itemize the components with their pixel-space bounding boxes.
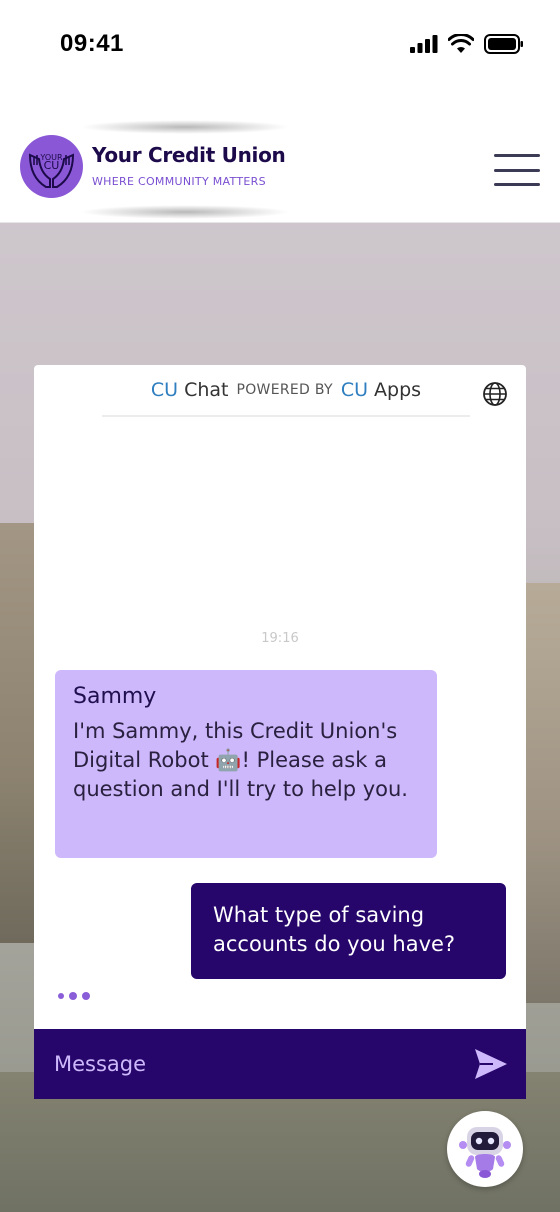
battery-icon <box>484 34 523 54</box>
chat-header-chat: Chat <box>184 379 229 401</box>
background-building-left <box>0 523 34 943</box>
send-icon <box>475 1049 507 1079</box>
bot-message: Sammy I'm Sammy, this Credit Union's Dig… <box>55 670 437 858</box>
chat-header-cu: CU <box>150 379 179 401</box>
brand-shadow-bottom <box>80 205 290 219</box>
brand-tagline: WHERE COMMUNITY MATTERS <box>92 175 266 188</box>
background-building-right <box>526 583 560 1003</box>
status-bar: 09:41 <box>0 0 560 90</box>
message-timestamp: 19:16 <box>261 631 299 646</box>
credit-union-logo[interactable]: YOUR CU <box>20 135 83 198</box>
user-message: What type of saving accounts do you have… <box>191 883 506 979</box>
message-composer <box>34 1029 526 1099</box>
menu-icon-bar-middle <box>494 168 540 172</box>
menu-button[interactable] <box>494 154 540 186</box>
chat-header-cu-apps: CU <box>340 379 369 401</box>
chat-launcher-button[interactable] <box>447 1111 523 1187</box>
chat-header-apps: Apps <box>374 379 422 401</box>
bot-message-text: I'm Sammy, this Credit Union's Digital R… <box>73 719 408 801</box>
typing-dot <box>82 992 90 1000</box>
site-header: YOUR CU Your Credit Union WHERE COMMUNIT… <box>0 90 560 223</box>
chat-panel: CU Chat POWERED BY CU Apps 19:16 Sammy I… <box>34 365 526 1029</box>
typing-indicator <box>58 992 90 1000</box>
status-time: 09:41 <box>60 30 124 57</box>
chat-header-powered-by: POWERED BY <box>236 382 333 398</box>
menu-icon-bar-bottom <box>494 183 540 186</box>
wifi-icon <box>448 34 474 53</box>
globe-icon <box>483 382 507 406</box>
bot-sender-name: Sammy <box>73 684 157 709</box>
logo-text-bottom: CU <box>44 159 60 172</box>
brand-shadow-top <box>80 120 290 134</box>
menu-icon-bar-top <box>494 154 540 157</box>
typing-dot <box>58 993 64 999</box>
send-button[interactable] <box>456 1029 526 1099</box>
signal-icon <box>410 35 438 53</box>
chat-header: CU Chat POWERED BY CU Apps <box>102 365 470 417</box>
typing-dot <box>69 992 77 1000</box>
user-message-text: What type of saving accounts do you have… <box>213 903 456 956</box>
brand-name[interactable]: Your Credit Union <box>92 143 286 167</box>
robot-icon <box>459 1127 511 1178</box>
language-button[interactable] <box>482 381 508 407</box>
hands-logo-icon: YOUR CU <box>28 153 75 188</box>
message-input[interactable] <box>34 1029 456 1099</box>
status-icons <box>410 34 524 54</box>
